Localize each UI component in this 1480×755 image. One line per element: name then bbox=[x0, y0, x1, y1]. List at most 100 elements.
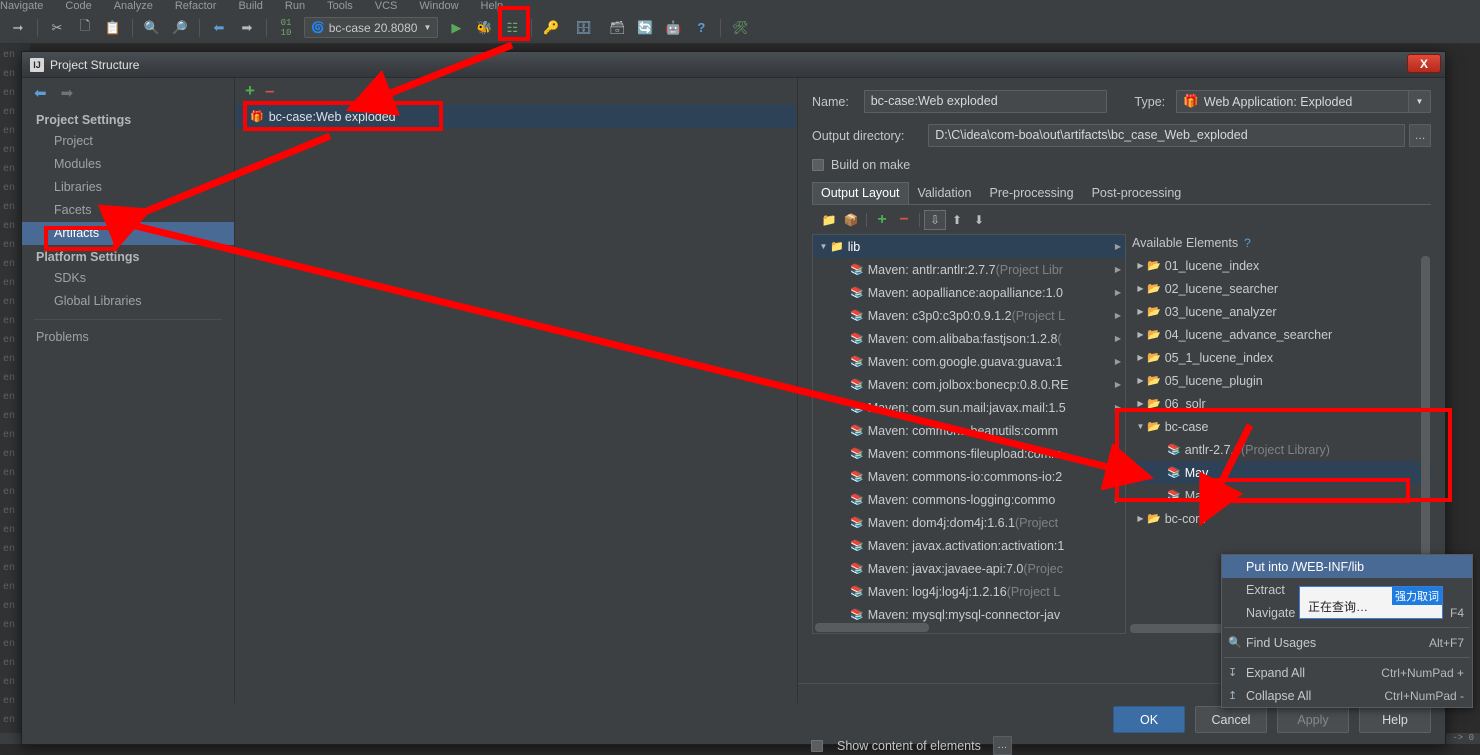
dialog-titlebar[interactable]: IJ Project Structure X bbox=[22, 52, 1445, 78]
close-icon[interactable]: X bbox=[1407, 54, 1441, 73]
menubar-item-navigate[interactable]: Navigate bbox=[0, 0, 43, 12]
avd-manager-icon[interactable]: 🤖 bbox=[661, 16, 685, 40]
chevron-right-icon[interactable]: ▶ bbox=[1134, 353, 1147, 362]
available-elements-tree[interactable]: ▶ 📂 01_lucene_index ▶ 📂 02_lucene_searcher ▶ 📂 0… bbox=[1130, 254, 1431, 530]
menu-item-find-usages[interactable]: 🔍 Find Usages Alt+F7 bbox=[1222, 631, 1472, 654]
chevron-right-icon[interactable]: ▶ bbox=[1115, 495, 1121, 504]
menu-item-collapse-all[interactable]: ↥ Collapse All Ctrl+NumPad - bbox=[1222, 684, 1472, 707]
debug-icon[interactable]: 🐝 bbox=[472, 16, 496, 40]
menubar-item-code[interactable]: Code bbox=[65, 0, 91, 12]
sidebar-item-project[interactable]: Project bbox=[22, 130, 234, 153]
settings-icon[interactable]: 🗃 bbox=[605, 16, 629, 40]
copy-icon[interactable]: 🗋 bbox=[73, 16, 97, 40]
output-tree-hscrollbar[interactable] bbox=[815, 623, 929, 632]
chevron-right-icon[interactable]: ▶ bbox=[1115, 242, 1121, 251]
ide-menubar[interactable]: Navigate Code Analyze Refactor Build Run Tools… bbox=[0, 0, 1480, 12]
sidebar-item-sdks[interactable]: SDKs bbox=[22, 267, 234, 290]
output-tree-item-row[interactable]: 📚 Maven: c3p0:c3p0:0.9.1.2 (Project L ▶ bbox=[813, 304, 1125, 327]
add-directory-icon[interactable]: 📁 bbox=[818, 210, 840, 230]
output-tree-item-row[interactable]: 📚 Maven: dom4j:dom4j:1.6.1 (Project bbox=[813, 511, 1125, 534]
remove-icon[interactable]: − bbox=[893, 210, 915, 230]
menubar-item-build[interactable]: Build bbox=[238, 0, 262, 12]
chevron-right-icon[interactable]: ▶ bbox=[1115, 357, 1121, 366]
output-tree-item-row[interactable]: 📚 Maven: antlr:antlr:2.7.7 (Project Libr ▶ bbox=[813, 258, 1125, 281]
run-configuration-selector[interactable]: 🌀 bc-case 20.8080 ▼ bbox=[304, 17, 439, 38]
menubar-item-vcs[interactable]: VCS bbox=[375, 0, 398, 12]
sidebar-item-problems[interactable]: Problems bbox=[22, 326, 234, 349]
add-copy-icon[interactable]: + bbox=[871, 210, 893, 230]
project-structure-icon[interactable]: 🗄 bbox=[571, 16, 595, 40]
output-tree-item-row[interactable]: 📚 Maven: aopalliance:aopalliance:1.0 ▶ bbox=[813, 281, 1125, 304]
run-icon[interactable]: ▶ bbox=[444, 16, 468, 40]
move-down-icon[interactable]: ⬇ bbox=[968, 210, 990, 230]
output-directory-input[interactable]: D:\C\idea\com-boa\out\artifacts\bc_case_… bbox=[928, 124, 1406, 147]
artifact-type-combo[interactable]: 🎁 Web Application: Exploded ▼ bbox=[1176, 90, 1432, 113]
sidebar-item-facets[interactable]: Facets bbox=[22, 199, 234, 222]
available-tree-item-row[interactable]: ▶ 📂 04_lucene_advance_searcher bbox=[1130, 323, 1431, 346]
output-tree-item-row[interactable]: 📚 Maven: com.sun.mail:javax.mail:1.5 ▶ bbox=[813, 396, 1125, 419]
available-tree-item-row[interactable]: 📚 Mav bbox=[1130, 461, 1431, 484]
ok-button[interactable]: OK bbox=[1113, 706, 1185, 733]
ide-toolbar[interactable]: ➞ ✂ 🗋 📋 🔍 🔎 ⬅ ➡ 01 10 🌀 bc-case 20.8080 ▼… bbox=[0, 12, 1480, 44]
chevron-down-icon[interactable]: ▼ bbox=[817, 242, 830, 251]
cancel-button[interactable]: Cancel bbox=[1195, 706, 1267, 733]
menubar-item-run[interactable]: Run bbox=[285, 0, 305, 12]
chevron-right-icon[interactable]: ▶ bbox=[1115, 288, 1121, 297]
compile-icon[interactable]: 01 10 bbox=[274, 16, 298, 40]
chevron-down-icon[interactable]: ▼ bbox=[1134, 422, 1147, 431]
forward-icon[interactable]: ➡ bbox=[235, 16, 259, 40]
update-icon[interactable]: 🛠 bbox=[728, 16, 752, 40]
build-on-make-checkbox[interactable] bbox=[812, 159, 824, 171]
available-tree-item-row[interactable]: ▶ 📂 bc-com bbox=[1130, 507, 1431, 530]
output-tree-item-row[interactable]: 📚 Maven: log4j:log4j:1.2.16 (Project L bbox=[813, 580, 1125, 603]
find-icon[interactable]: 🔍 bbox=[140, 16, 164, 40]
available-tree-item-row[interactable]: 📚 antlr-2.7.6 (Project Library) bbox=[1130, 438, 1431, 461]
output-tree-item-row[interactable]: ▼ 📁 lib ▶ bbox=[813, 235, 1125, 258]
chevron-right-icon[interactable]: ▶ bbox=[1115, 265, 1121, 274]
chevron-right-icon[interactable]: ▶ bbox=[1134, 261, 1147, 270]
output-layout-tree[interactable]: ▼ 📁 lib ▶ 📚 Maven: antlr:antlr:2.7.7 (Project… bbox=[812, 234, 1126, 634]
chevron-right-icon[interactable]: ▶ bbox=[1134, 307, 1147, 316]
chevron-right-icon[interactable]: ▶ bbox=[1115, 403, 1121, 412]
back-icon[interactable]: ⬅ bbox=[207, 16, 231, 40]
show-content-checkbox[interactable] bbox=[811, 739, 823, 752]
help-button[interactable]: Help bbox=[1359, 706, 1431, 733]
available-tree-item-row[interactable]: ▶ 📂 02_lucene_searcher bbox=[1130, 277, 1431, 300]
menubar-item-tools[interactable]: Tools bbox=[327, 0, 353, 12]
output-tree-item-row[interactable]: 📚 Maven: commons-logging:commo ▶ bbox=[813, 488, 1125, 511]
output-tree-item-row[interactable]: 📚 Maven: commons-beanutils:comm bbox=[813, 419, 1125, 442]
remove-artifact-button[interactable]: – bbox=[265, 82, 274, 99]
output-tree-item-row[interactable]: 📚 Maven: javax.activation:activation:1 bbox=[813, 534, 1125, 557]
available-tree-item-row[interactable]: ▶ 📂 03_lucene_analyzer bbox=[1130, 300, 1431, 323]
nav-forward-icon[interactable]: ➡ bbox=[61, 84, 74, 102]
chevron-right-icon[interactable]: ▶ bbox=[1134, 376, 1147, 385]
output-tree-item-row[interactable]: 📚 Maven: com.jolbox:bonecp:0.8.0.RE ▶ bbox=[813, 373, 1125, 396]
help-icon[interactable]: ? bbox=[689, 16, 713, 40]
menubar-item-analyze[interactable]: Analyze bbox=[114, 0, 153, 12]
chevron-right-icon[interactable]: ▶ bbox=[1134, 330, 1147, 339]
sidebar-item-artifacts[interactable]: Artifacts bbox=[22, 222, 234, 245]
nav-back-icon[interactable]: ⬅ bbox=[34, 84, 47, 102]
chevron-right-icon[interactable]: ▶ bbox=[1134, 284, 1147, 293]
output-tree-item-row[interactable]: 📚 Maven: com.google.guava:guava:1 ▶ bbox=[813, 350, 1125, 373]
available-tree-item-row[interactable]: 📚 Mav bbox=[1130, 484, 1431, 507]
sync-icon[interactable]: 🔄 bbox=[633, 16, 657, 40]
sidebar-item-global-libraries[interactable]: Global Libraries bbox=[22, 290, 234, 313]
tab-validation[interactable]: Validation bbox=[909, 182, 981, 204]
show-content-row[interactable]: Show content of elements … bbox=[811, 736, 1012, 755]
coverage-icon[interactable]: ☷ bbox=[500, 16, 524, 40]
available-tree-item-row[interactable]: ▶ 📂 06_solr bbox=[1130, 392, 1431, 415]
tab-pre-processing[interactable]: Pre-processing bbox=[981, 182, 1083, 204]
chevron-down-icon[interactable]: ▼ bbox=[1408, 91, 1431, 112]
build-on-make-checkbox-row[interactable]: Build on make bbox=[812, 158, 1431, 172]
sidebar-item-libraries[interactable]: Libraries bbox=[22, 176, 234, 199]
forward-arrow-icon[interactable]: ➞ bbox=[6, 16, 30, 40]
chevron-right-icon[interactable]: ▶ bbox=[1115, 380, 1121, 389]
artifact-name-input[interactable]: bc-case:Web exploded bbox=[863, 90, 1107, 113]
move-up-icon[interactable]: ⬆ bbox=[946, 210, 968, 230]
chevron-right-icon[interactable]: ▶ bbox=[1115, 311, 1121, 320]
context-menu[interactable]: Put into /WEB-INF/lib Extract Navigate F4 🔍 F… bbox=[1221, 554, 1473, 708]
tab-output-layout[interactable]: Output Layout bbox=[812, 182, 909, 204]
available-tree-item-row[interactable]: ▶ 📂 01_lucene_index bbox=[1130, 254, 1431, 277]
menubar-item-window[interactable]: Window bbox=[419, 0, 458, 12]
